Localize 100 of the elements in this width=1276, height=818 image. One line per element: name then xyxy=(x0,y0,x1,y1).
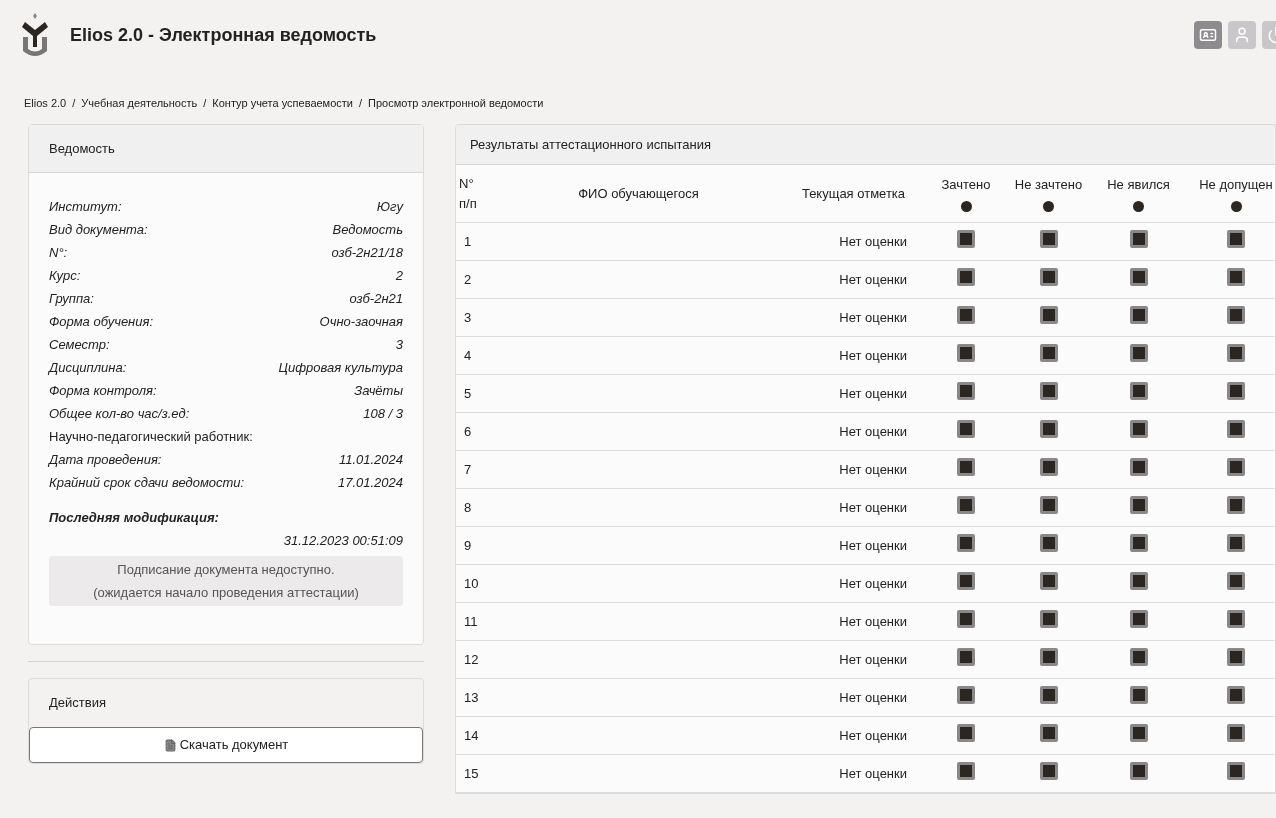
grade-checkbox[interactable] xyxy=(1227,723,1245,742)
grade-checkbox[interactable] xyxy=(1039,381,1058,400)
row-number: 5 xyxy=(463,384,473,403)
grade-checkbox[interactable] xyxy=(1227,267,1245,286)
breadcrumb-separator: / xyxy=(72,95,76,111)
select-all-radio[interactable] xyxy=(960,200,972,212)
select-all-radio[interactable] xyxy=(1043,200,1054,212)
grade-checkbox[interactable] xyxy=(1227,305,1245,324)
field-value: Югу xyxy=(376,198,403,216)
grade-checkbox[interactable] xyxy=(1039,533,1058,552)
grade-checkbox[interactable] xyxy=(1129,647,1148,666)
grade-checkbox[interactable] xyxy=(1129,457,1148,476)
grade-checkbox[interactable] xyxy=(957,229,975,248)
grade-checkbox[interactable] xyxy=(1039,571,1058,590)
breadcrumb-item[interactable]: Elios 2.0 xyxy=(24,94,67,112)
grade-checkbox[interactable] xyxy=(1129,343,1148,362)
grade-checkbox[interactable] xyxy=(1129,495,1148,514)
grade-checkbox[interactable] xyxy=(957,533,975,552)
grade-checkbox[interactable] xyxy=(1039,761,1058,780)
grade-checkbox[interactable] xyxy=(957,571,975,590)
grade-checkbox[interactable] xyxy=(1227,229,1245,248)
grade-checkbox[interactable] xyxy=(1227,381,1245,400)
current-grade: Нет оценки xyxy=(839,612,907,631)
grade-checkbox[interactable] xyxy=(957,495,975,514)
grade-checkbox[interactable] xyxy=(1129,305,1148,324)
select-all-radio[interactable] xyxy=(1133,200,1144,212)
user-icon xyxy=(1233,26,1251,44)
signing-notice: Подписание документа недоступно. (ожидается начало проведения аттестации) xyxy=(49,556,403,606)
grade-checkbox[interactable] xyxy=(1039,495,1058,514)
grade-checkbox[interactable] xyxy=(1129,229,1148,248)
field-value: Очно-заочная xyxy=(319,313,403,331)
grade-checkbox[interactable] xyxy=(1039,419,1058,438)
modified-value: 31.12.2023 00:51:09 xyxy=(283,532,403,550)
breadcrumb-item: Просмотр электронной ведомости xyxy=(368,95,544,111)
sheet-card-title: Ведомость xyxy=(29,125,423,173)
grade-checkbox[interactable] xyxy=(1129,571,1148,590)
grade-checkbox[interactable] xyxy=(1227,685,1245,704)
grade-checkbox[interactable] xyxy=(1129,761,1148,780)
grade-checkbox[interactable] xyxy=(957,267,975,286)
id-card-button[interactable] xyxy=(1194,21,1222,49)
grade-checkbox[interactable] xyxy=(1129,685,1148,704)
breadcrumb-item[interactable]: Контур учета успеваемости xyxy=(212,94,353,112)
grade-checkbox[interactable] xyxy=(1129,609,1148,628)
row-number: 2 xyxy=(463,270,473,289)
grade-checkbox[interactable] xyxy=(1227,609,1245,628)
document-icon xyxy=(163,738,177,752)
current-grade: Нет оценки xyxy=(839,270,907,289)
grade-checkbox[interactable] xyxy=(957,685,975,704)
breadcrumb-item[interactable]: Учебная деятельность xyxy=(81,94,198,112)
row-number: 11 xyxy=(463,612,479,631)
field-value: Ведомость xyxy=(332,221,403,239)
grade-checkbox[interactable] xyxy=(1227,419,1245,438)
grade-checkbox[interactable] xyxy=(1039,685,1058,704)
grade-checkbox[interactable] xyxy=(1227,571,1245,590)
grade-checkbox[interactable] xyxy=(1129,723,1148,742)
grade-checkbox[interactable] xyxy=(1039,723,1058,742)
grade-checkbox[interactable] xyxy=(957,343,975,362)
grade-checkbox[interactable] xyxy=(1039,609,1058,628)
download-button[interactable]: Скачать документ xyxy=(29,727,423,763)
field-label: Научно-педагогический работник: xyxy=(49,428,254,446)
grade-checkbox[interactable] xyxy=(1039,457,1058,476)
column-header: N° xyxy=(459,174,475,193)
row-number: 15 xyxy=(463,764,480,783)
grade-checkbox[interactable] xyxy=(1227,533,1245,552)
select-all-radio[interactable] xyxy=(1230,200,1242,212)
row-number: 6 xyxy=(463,422,473,441)
grade-checkbox[interactable] xyxy=(1227,457,1245,476)
grade-checkbox[interactable] xyxy=(1129,533,1148,552)
field-label: N°: xyxy=(49,244,68,262)
column-header: п/п xyxy=(459,194,478,213)
grade-checkbox[interactable] xyxy=(1227,495,1245,514)
grade-checkbox[interactable] xyxy=(1039,343,1058,362)
row-number: 4 xyxy=(463,346,473,365)
grade-checkbox[interactable] xyxy=(1039,267,1058,286)
current-grade: Нет оценки xyxy=(839,650,907,669)
grade-checkbox[interactable] xyxy=(1129,267,1148,286)
column-header: Зачтено xyxy=(941,176,991,195)
grade-checkbox[interactable] xyxy=(957,381,975,400)
field-value: 17.01.2024 xyxy=(337,474,403,492)
grade-checkbox[interactable] xyxy=(1039,647,1058,666)
grade-checkbox[interactable] xyxy=(1227,761,1245,780)
field-label: Вид документа: xyxy=(49,221,148,239)
current-grade: Нет оценки xyxy=(839,498,907,517)
grade-checkbox[interactable] xyxy=(957,761,975,780)
current-grade: Нет оценки xyxy=(839,764,907,783)
grade-checkbox[interactable] xyxy=(957,723,975,742)
grade-checkbox[interactable] xyxy=(957,305,975,324)
field-label: Группа: xyxy=(49,290,94,308)
grade-checkbox[interactable] xyxy=(957,457,975,476)
field-label: Дисциплина: xyxy=(49,359,127,377)
grade-checkbox[interactable] xyxy=(1129,381,1148,400)
grade-checkbox[interactable] xyxy=(1227,647,1245,666)
grade-checkbox[interactable] xyxy=(1039,305,1058,324)
grade-checkbox[interactable] xyxy=(957,609,975,628)
grade-checkbox[interactable] xyxy=(957,647,975,666)
field-value: Цифровая культура xyxy=(278,359,403,377)
grade-checkbox[interactable] xyxy=(1227,343,1245,362)
grade-checkbox[interactable] xyxy=(1039,229,1058,248)
grade-checkbox[interactable] xyxy=(957,419,975,438)
grade-checkbox[interactable] xyxy=(1129,419,1148,438)
